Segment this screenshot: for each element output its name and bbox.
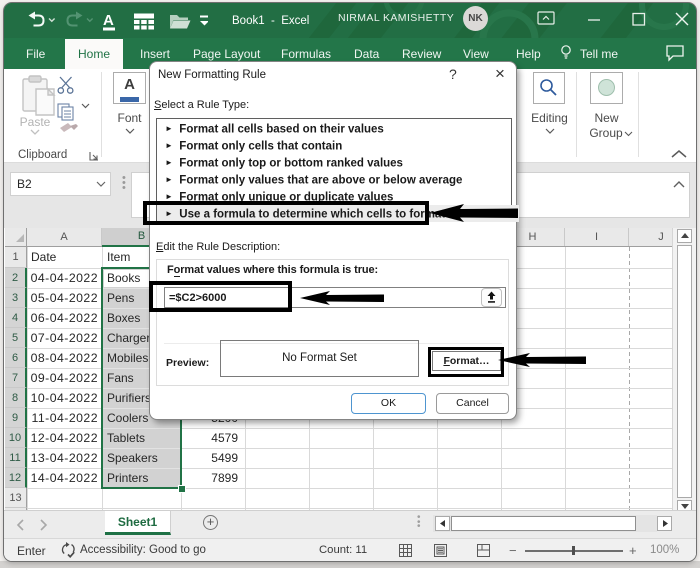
svg-text:A: A xyxy=(103,12,114,29)
